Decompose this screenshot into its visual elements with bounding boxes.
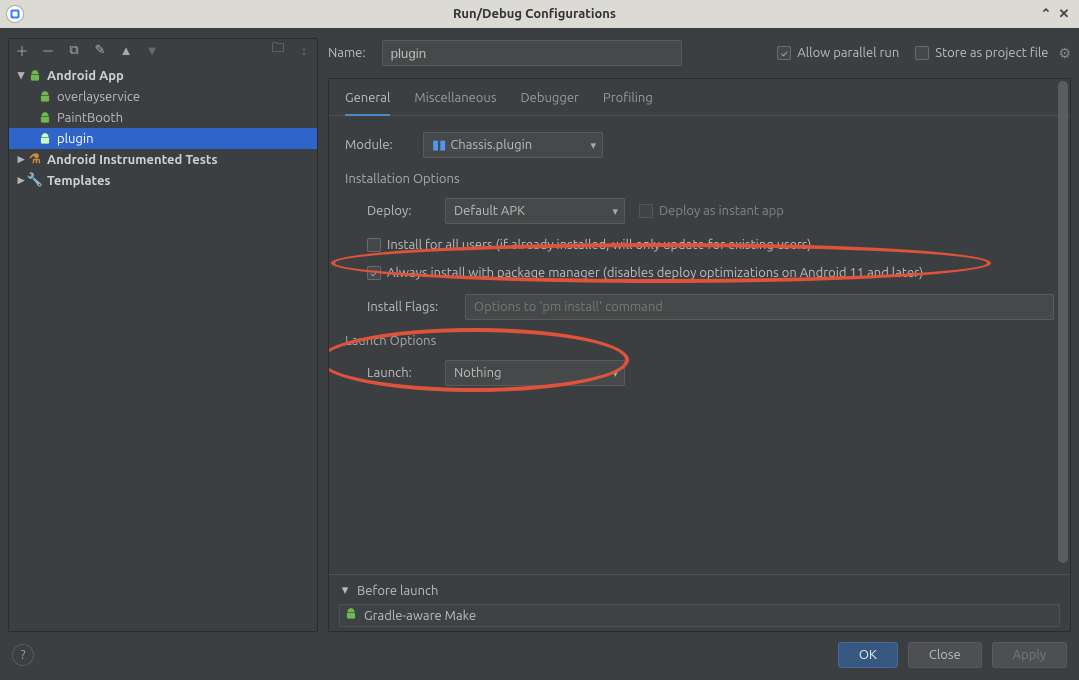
tree-label: Templates <box>47 174 111 188</box>
close-window-icon[interactable]: ✕ <box>1055 7 1073 22</box>
copy-icon[interactable]: ⧉ <box>67 43 81 57</box>
add-icon[interactable]: ＋ <box>15 43 29 57</box>
allow-parallel-checkbox[interactable]: Allow parallel run <box>777 46 899 60</box>
deploy-label: Deploy: <box>367 204 431 218</box>
checkbox-label: Install for all users (if already instal… <box>387 238 811 252</box>
install-flags-input[interactable]: Options to 'pm install' command <box>465 294 1054 320</box>
tree-label: PaintBooth <box>57 111 123 125</box>
tab-debugger[interactable]: Debugger <box>520 91 578 115</box>
before-launch-item[interactable]: Gradle-aware Make <box>339 604 1060 627</box>
dialog-footer: ? OK Close Apply <box>0 632 1079 680</box>
name-input[interactable] <box>382 40 682 66</box>
tree-item-overlayservice[interactable]: overlayservice <box>9 86 317 107</box>
select-value: Default APK <box>454 204 525 218</box>
up-icon[interactable]: ▲ <box>119 43 133 57</box>
expand-icon[interactable]: ⌃ <box>1037 7 1055 22</box>
chevron-right-icon: ▸ <box>15 152 27 167</box>
chevron-down-icon: ▾ <box>15 68 27 83</box>
checkbox-icon <box>915 46 929 60</box>
name-label: Name: <box>328 46 366 60</box>
before-launch-label: Before launch <box>357 584 438 598</box>
placeholder-text: Options to 'pm install' command <box>474 300 663 314</box>
checkbox-icon <box>367 238 381 252</box>
checkbox-icon <box>639 204 653 218</box>
launch-select[interactable]: Nothing <box>445 360 625 386</box>
close-button[interactable]: Close <box>908 642 982 668</box>
chevron-right-icon: ▸ <box>15 173 27 188</box>
tree-group-android-app[interactable]: ▾ Android App <box>9 65 317 86</box>
folder-icon[interactable]: 🗀 <box>271 43 285 57</box>
wrench-icon: 🔧 <box>27 173 43 188</box>
android-icon <box>37 111 53 125</box>
help-button[interactable]: ? <box>12 644 34 666</box>
app-logo <box>6 5 24 23</box>
tree-group-instrumented-tests[interactable]: ▸ ⚗ Android Instrumented Tests <box>9 149 317 170</box>
install-all-users-checkbox[interactable]: Install for all users (if already instal… <box>367 238 811 252</box>
checkbox-label: Allow parallel run <box>797 46 899 60</box>
before-launch-section: ▾ Before launch Gradle-aware Make <box>329 574 1070 631</box>
config-tree: ▾ Android App overlayservice PaintBooth … <box>9 61 317 631</box>
flask-icon: ⚗ <box>27 152 43 167</box>
tree-item-paintbooth[interactable]: PaintBooth <box>9 107 317 128</box>
window-title: Run/Debug Configurations <box>32 7 1037 21</box>
tree-group-templates[interactable]: ▸ 🔧 Templates <box>9 170 317 191</box>
android-icon <box>27 69 43 83</box>
checkbox-icon <box>367 266 381 280</box>
scrollbar-thumb[interactable] <box>1058 81 1068 563</box>
folder-icon: ▮▮ <box>432 138 446 153</box>
apply-button[interactable]: Apply <box>992 642 1067 668</box>
checkbox-icon <box>777 46 791 60</box>
sort-icon[interactable]: ↕ <box>297 43 311 57</box>
launch-label: Launch: <box>367 366 431 380</box>
tab-general[interactable]: General <box>345 91 390 115</box>
collapse-icon[interactable]: ▾ <box>339 583 351 598</box>
scrollbar[interactable] <box>1058 81 1068 629</box>
tab-profiling[interactable]: Profiling <box>603 91 653 115</box>
remove-icon[interactable]: － <box>41 43 55 57</box>
deploy-instant-checkbox: Deploy as instant app <box>639 204 784 218</box>
before-launch-item-label: Gradle-aware Make <box>364 609 476 623</box>
android-icon <box>37 132 53 146</box>
module-select[interactable]: ▮▮ Chassis.plugin <box>423 132 603 158</box>
deploy-select[interactable]: Default APK <box>445 198 625 224</box>
select-value: Nothing <box>454 366 501 380</box>
tab-panel: General Miscellaneous Debugger Profiling… <box>328 78 1071 632</box>
tree-label: plugin <box>57 132 94 146</box>
edit-icon[interactable]: ✎ <box>93 43 107 57</box>
launch-options-label: Launch Options <box>345 334 1054 348</box>
config-sidebar: ＋ － ⧉ ✎ ▲ ▼ 🗀 ↕ ▾ Android App overlayser… <box>8 38 318 632</box>
gear-icon[interactable]: ⚙ <box>1058 45 1071 62</box>
config-form: Name: Allow parallel run Store as projec… <box>328 38 1071 632</box>
module-label: Module: <box>345 138 409 152</box>
tree-label: Android Instrumented Tests <box>47 153 218 167</box>
tree-item-plugin[interactable]: plugin <box>9 128 317 149</box>
checkbox-label: Deploy as instant app <box>659 204 784 218</box>
tree-label: overlayservice <box>57 90 140 104</box>
store-as-project-checkbox[interactable]: Store as project file ⚙ <box>915 45 1071 62</box>
android-icon <box>344 607 358 624</box>
install-flags-label: Install Flags: <box>367 300 451 314</box>
tab-miscellaneous[interactable]: Miscellaneous <box>414 91 496 115</box>
android-icon <box>37 90 53 104</box>
down-icon[interactable]: ▼ <box>145 43 159 57</box>
installation-options-label: Installation Options <box>345 172 1054 186</box>
always-pm-checkbox[interactable]: Always install with package manager (dis… <box>367 266 923 280</box>
ok-button[interactable]: OK <box>838 642 898 668</box>
checkbox-label: Store as project file <box>935 46 1048 60</box>
select-value: Chassis.plugin <box>450 138 532 152</box>
tree-label: Android App <box>47 69 124 83</box>
tab-bar: General Miscellaneous Debugger Profiling <box>329 79 1070 116</box>
window-titlebar: Run/Debug Configurations ⌃ ✕ <box>0 0 1079 28</box>
sidebar-toolbar: ＋ － ⧉ ✎ ▲ ▼ 🗀 ↕ <box>9 39 317 61</box>
checkbox-label: Always install with package manager (dis… <box>387 266 923 280</box>
